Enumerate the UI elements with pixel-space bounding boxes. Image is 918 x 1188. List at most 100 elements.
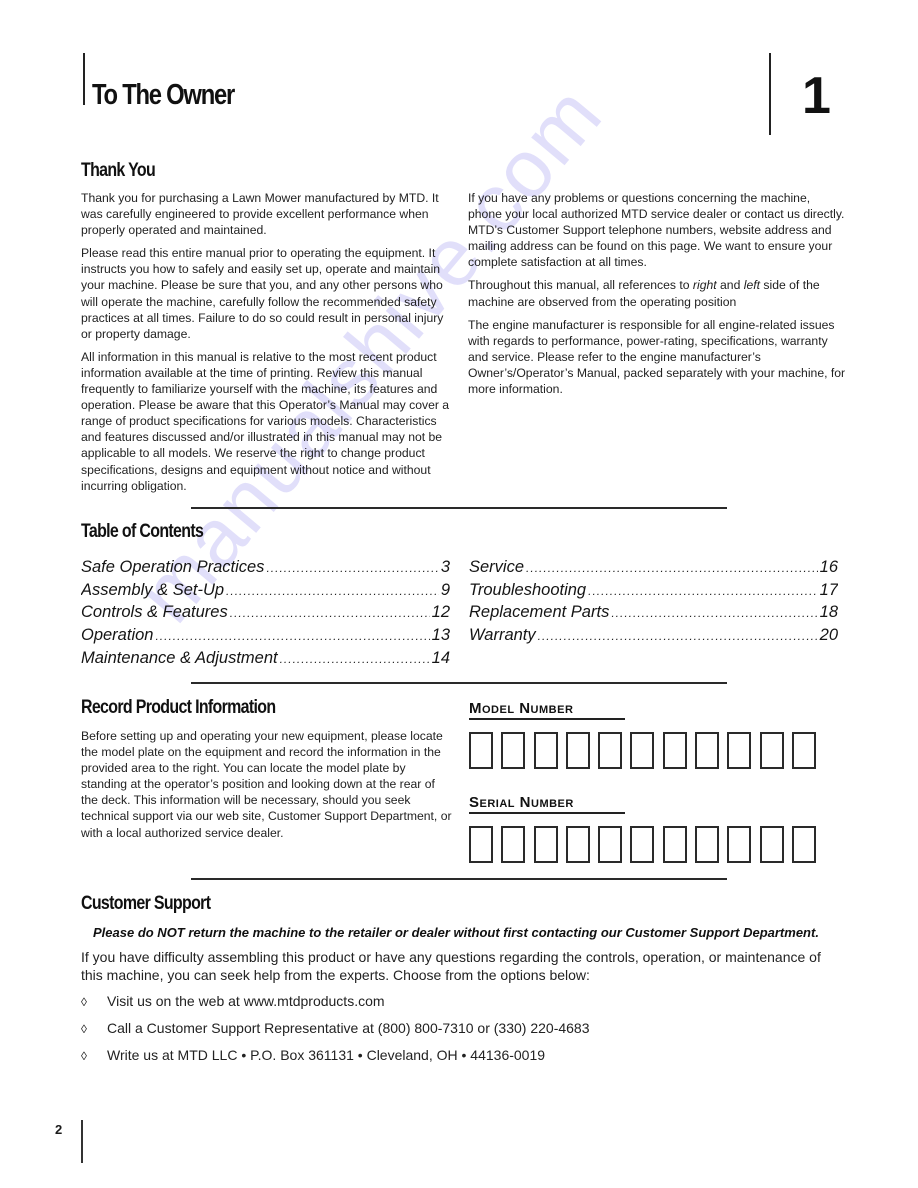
- record-info-heading: Record Product Information: [81, 697, 276, 718]
- text: Throughout this manual, all references t…: [468, 278, 693, 293]
- serial-number-digit-box[interactable]: [759, 826, 784, 863]
- thank-you-right-column: If you have any problems or questions co…: [468, 190, 846, 404]
- chapter-number: 1: [802, 67, 831, 125]
- thank-you-paragraph: Thank you for purchasing a Lawn Mower ma…: [81, 191, 439, 238]
- serial-number-digit-box[interactable]: [533, 826, 558, 863]
- thank-you-left-column: Thank you for purchasing a Lawn Mower ma…: [81, 190, 453, 501]
- emphasis-left: left: [743, 278, 761, 293]
- toc-leader-dots: [226, 581, 439, 603]
- support-option-web: ◊ Visit us on the web at www.mtdproducts.…: [81, 993, 385, 1009]
- model-number-label: Model Number: [469, 700, 574, 717]
- diamond-bullet-icon: ◊: [81, 1022, 87, 1036]
- text: and: [716, 278, 744, 293]
- section-divider: [191, 878, 727, 880]
- serial-number-digit-box[interactable]: [469, 826, 493, 863]
- customer-support-heading: Customer Support: [81, 893, 211, 914]
- toc-page: 17: [819, 580, 838, 599]
- support-option-mail: ◊ Write us at MTD LLC • P.O. Box 361131 •…: [81, 1047, 545, 1063]
- toc-page: 13: [431, 626, 450, 645]
- toc-right-column: Service 16 Troubleshooting 17 Replacement …: [469, 557, 838, 648]
- toc-leader-dots: [230, 603, 430, 625]
- toc-page: 3: [440, 558, 450, 576]
- model-number-digit-box[interactable]: [501, 732, 526, 769]
- toc-leader-dots: [538, 626, 818, 648]
- serial-number-boxes[interactable]: [469, 826, 816, 863]
- serial-number-digit-box[interactable]: [630, 826, 655, 863]
- model-number-digit-box[interactable]: [662, 732, 687, 769]
- toc-entry-troubleshooting[interactable]: Troubleshooting 17: [469, 580, 838, 603]
- toc-page: 14: [431, 648, 450, 667]
- serial-number-digit-box[interactable]: [791, 826, 816, 863]
- thank-you-paragraph: Please read this entire manual prior to …: [81, 246, 444, 341]
- toc-entry-service[interactable]: Service 16: [469, 557, 838, 580]
- toc-label: Replacement Parts: [469, 603, 610, 622]
- record-info-body: Before setting up and operating your new…: [81, 728, 453, 848]
- toc-page: 12: [431, 603, 450, 622]
- toc-page: 9: [440, 580, 450, 599]
- serial-number-label: Serial Number: [469, 794, 574, 811]
- thank-you-paragraph: The engine manufacturer is responsible f…: [468, 317, 846, 397]
- toc-page: 18: [819, 603, 838, 622]
- toc-entry-assembly[interactable]: Assembly & Set-Up 9: [81, 580, 450, 603]
- toc-entry-controls[interactable]: Controls & Features 12: [81, 602, 450, 625]
- toc-label: Safe Operation Practices: [81, 558, 265, 576]
- serial-number-underline: [469, 812, 625, 814]
- toc-entry-maintenance[interactable]: Maintenance & Adjustment 14: [81, 648, 450, 671]
- diamond-bullet-icon: ◊: [81, 995, 87, 1009]
- toc-label: Operation: [81, 626, 154, 645]
- toc-leader-dots: [155, 626, 429, 648]
- toc-entry-warranty[interactable]: Warranty 20: [469, 625, 838, 648]
- diamond-bullet-icon: ◊: [81, 1049, 87, 1063]
- model-number-digit-box[interactable]: [598, 732, 623, 769]
- toc-leader-dots: [611, 603, 817, 625]
- emphasis-right: right: [692, 278, 717, 293]
- toc-label: Troubleshooting: [469, 580, 587, 599]
- model-number-digit-box[interactable]: [759, 732, 784, 769]
- toc-leader-dots: [266, 558, 438, 580]
- title-divider: [83, 53, 85, 105]
- toc-label: Service: [469, 558, 525, 576]
- model-number-digit-box[interactable]: [533, 732, 558, 769]
- support-option-text[interactable]: Call a Customer Support Representative a…: [107, 1020, 590, 1036]
- toc-label: Maintenance & Adjustment: [81, 648, 278, 667]
- model-number-digit-box[interactable]: [469, 732, 493, 769]
- model-number-digit-box[interactable]: [565, 732, 590, 769]
- toc-label: Assembly & Set-Up: [81, 580, 225, 599]
- toc-label: Controls & Features: [81, 603, 228, 622]
- toc-leader-dots: [280, 649, 430, 671]
- support-option-text[interactable]: Visit us on the web at www.mtdproducts.c…: [107, 993, 385, 1009]
- toc-entry-replacement-parts[interactable]: Replacement Parts 18: [469, 602, 838, 625]
- serial-number-digit-box[interactable]: [662, 826, 687, 863]
- customer-support-intro: If you have difficulty assembling this p…: [81, 949, 821, 983]
- toc-page: 20: [819, 626, 838, 645]
- toc-leader-dots: [526, 558, 818, 580]
- toc-label: Warranty: [469, 626, 536, 645]
- toc-left-column: Safe Operation Practices 3 Assembly & Set…: [81, 557, 450, 671]
- model-number-digit-box[interactable]: [630, 732, 655, 769]
- model-number-digit-box[interactable]: [727, 732, 752, 769]
- model-number-digit-box[interactable]: [791, 732, 816, 769]
- model-number-boxes[interactable]: [469, 732, 816, 769]
- toc-leader-dots: [588, 581, 818, 603]
- chapter-divider: [769, 53, 771, 135]
- toc-entry-operation[interactable]: Operation 13: [81, 625, 450, 648]
- support-option-phone: ◊ Call a Customer Support Representative …: [81, 1020, 590, 1036]
- toc-heading: Table of Contents: [81, 521, 204, 542]
- record-info-paragraph: Before setting up and operating your new…: [81, 729, 452, 840]
- serial-number-digit-box[interactable]: [565, 826, 590, 863]
- serial-number-digit-box[interactable]: [695, 826, 720, 863]
- thank-you-heading: Thank You: [81, 160, 156, 181]
- page-number: 2: [55, 1122, 63, 1137]
- thank-you-paragraph: All information in this manual is relati…: [81, 349, 450, 493]
- serial-number-digit-box[interactable]: [501, 826, 526, 863]
- footer-divider: [81, 1120, 83, 1163]
- toc-entry-safe-operation[interactable]: Safe Operation Practices 3: [81, 557, 450, 580]
- customer-support-warning: Please do NOT return the machine to the …: [93, 925, 819, 940]
- model-number-digit-box[interactable]: [695, 732, 720, 769]
- section-divider: [191, 682, 727, 684]
- section-divider: [191, 507, 727, 509]
- serial-number-digit-box[interactable]: [598, 826, 623, 863]
- thank-you-paragraph: If you have any problems or questions co…: [468, 191, 845, 270]
- support-option-text: Write us at MTD LLC • P.O. Box 361131 • …: [107, 1047, 546, 1063]
- serial-number-digit-box[interactable]: [727, 826, 752, 863]
